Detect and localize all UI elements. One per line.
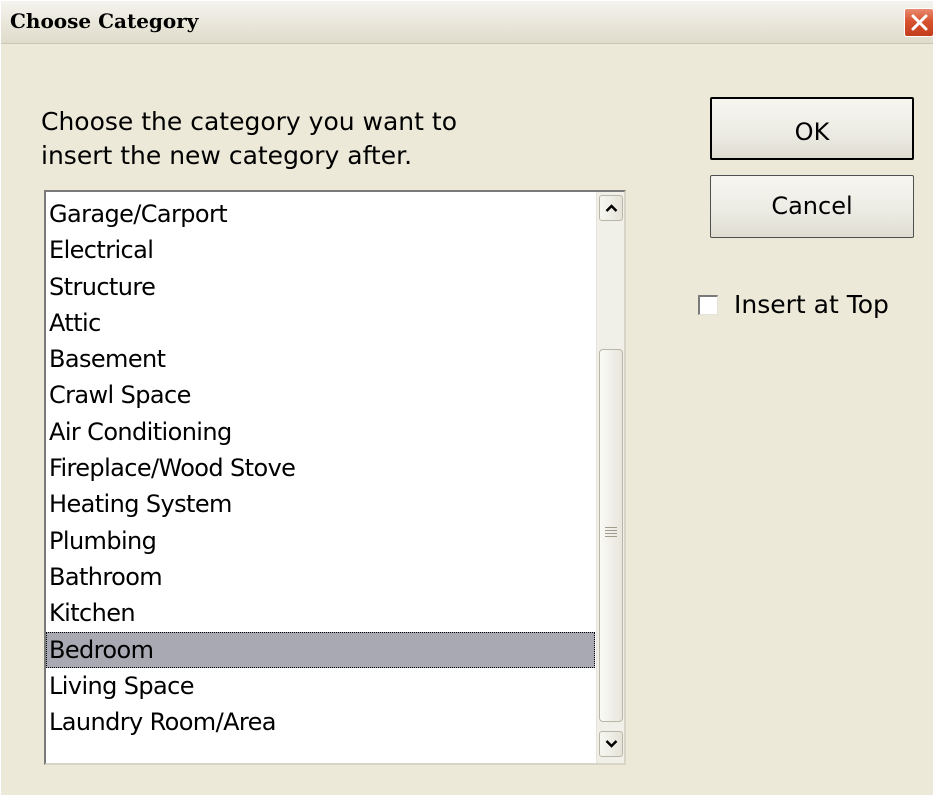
instruction-line-2: insert the new category after. [41, 141, 413, 170]
insert-at-top-checkbox[interactable] [698, 295, 718, 315]
list-item[interactable]: Garage/Carport [46, 196, 595, 232]
scroll-down-button[interactable] [599, 731, 623, 757]
ok-button[interactable]: OK [710, 97, 914, 160]
list-item[interactable]: Kitchen [46, 595, 595, 631]
chevron-down-icon [605, 740, 618, 748]
choose-category-dialog: Choose Category Choose the category you … [0, 0, 933, 795]
scroll-up-button[interactable] [599, 195, 623, 221]
insert-at-top-label[interactable]: Insert at Top [734, 288, 889, 322]
dialog-title: Choose Category [10, 9, 199, 33]
category-listbox[interactable]: Garage/Carport Electrical Structure Attic Ba… [44, 190, 626, 765]
instruction-line-1: Choose the category you want to [41, 107, 457, 136]
list-item[interactable]: Heating System [46, 486, 595, 522]
list-item[interactable]: Plumbing [46, 523, 595, 559]
list-item[interactable]: Fireplace/Wood Stove [46, 450, 595, 486]
grip-icon [605, 527, 617, 537]
close-icon [911, 14, 928, 31]
close-button[interactable] [904, 8, 933, 37]
instruction-text: Choose the category you want to insert t… [41, 105, 457, 173]
list-item[interactable]: Bathroom [46, 559, 595, 595]
list-item[interactable]: Crawl Space [46, 377, 595, 413]
list-item[interactable]: Basement [46, 341, 595, 377]
list-item[interactable]: Structure [46, 269, 595, 305]
list-item[interactable]: Laundry Room/Area [46, 704, 595, 740]
list-item[interactable]: Electrical [46, 232, 595, 268]
cancel-button[interactable]: Cancel [710, 175, 914, 238]
vertical-scrollbar[interactable] [596, 192, 624, 763]
list-item[interactable]: Air Conditioning [46, 414, 595, 450]
scroll-thumb[interactable] [599, 349, 623, 722]
list-item[interactable]: Bedroom [46, 631, 595, 668]
chevron-up-icon [605, 204, 618, 212]
title-bar[interactable]: Choose Category [1, 1, 933, 44]
category-list[interactable]: Garage/Carport Electrical Structure Attic Ba… [46, 196, 595, 740]
list-item[interactable]: Living Space [46, 668, 595, 704]
list-item[interactable]: Attic [46, 305, 595, 341]
